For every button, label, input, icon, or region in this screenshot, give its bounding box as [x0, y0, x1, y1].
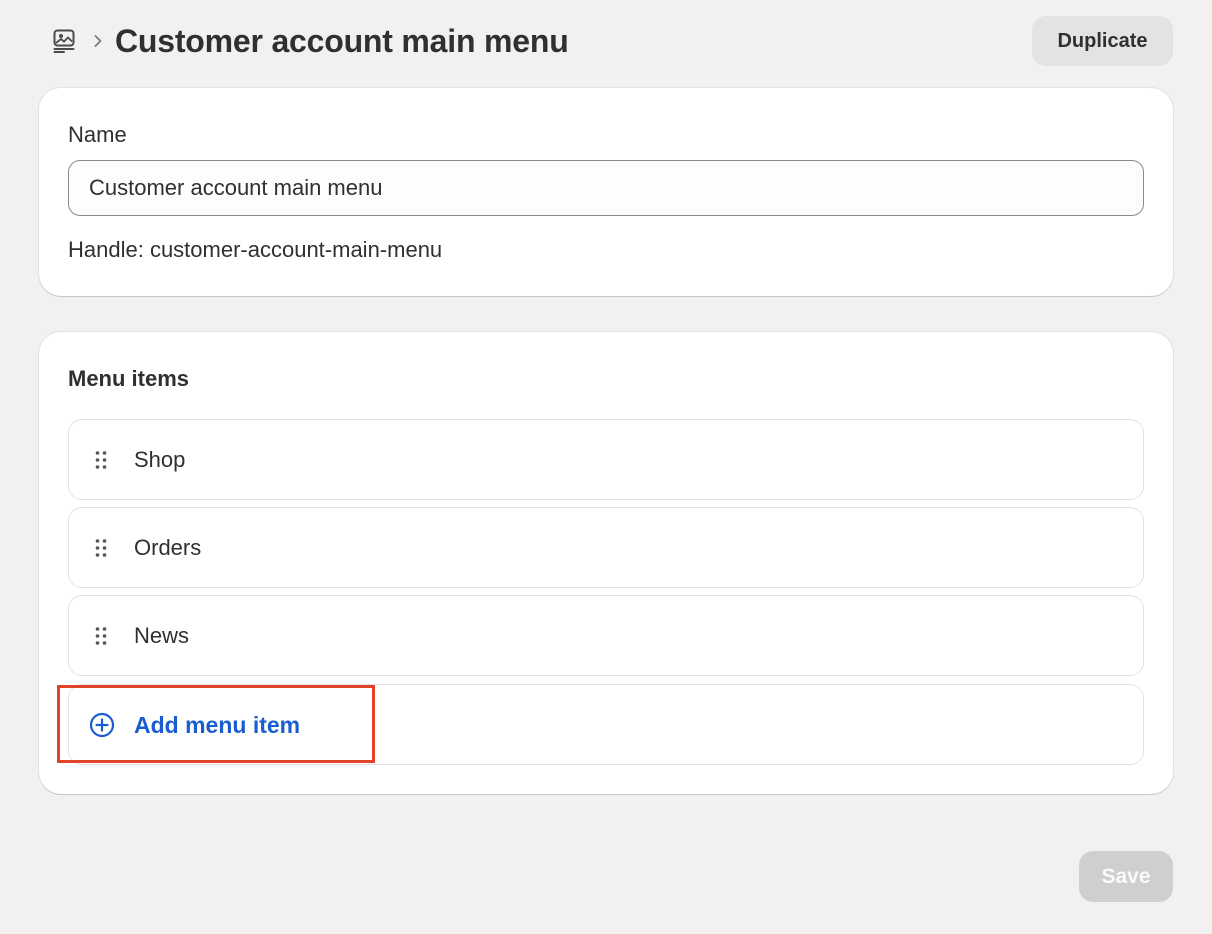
menu-item-shop[interactable]: Shop [68, 419, 1144, 500]
online-store-icon[interactable] [51, 28, 77, 54]
chevron-right-icon [92, 30, 104, 52]
name-label: Name [68, 122, 127, 147]
drag-handle-icon[interactable] [94, 450, 108, 470]
menu-item-label: News [134, 623, 190, 648]
page: Customer account main menu Duplicate Nam… [0, 0, 1212, 934]
name-card: Name Handle: customer-account-main-menu [39, 88, 1173, 296]
menu-item-label: Orders [134, 535, 202, 560]
name-input[interactable] [68, 160, 1144, 216]
drag-handle-icon[interactable] [94, 538, 108, 558]
save-button[interactable]: Save [1079, 851, 1173, 902]
menu-items-card: Menu items Shop Orders News Add menu ite… [39, 332, 1173, 794]
menu-item-news[interactable]: News [68, 595, 1144, 676]
drag-handle-icon[interactable] [94, 626, 108, 646]
handle-text: Handle: customer-account-main-menu [68, 237, 443, 262]
page-title: Customer account main menu [115, 23, 569, 59]
add-menu-item-row: Add menu item [68, 684, 1144, 765]
duplicate-button[interactable]: Duplicate [1032, 16, 1173, 66]
menu-item-label: Shop [134, 447, 186, 472]
add-menu-item-label: Add menu item [134, 712, 301, 738]
add-menu-item-button[interactable]: Add menu item [69, 685, 375, 764]
plus-circle-icon [89, 712, 115, 738]
menu-items-title: Menu items [68, 366, 190, 391]
menu-item-orders[interactable]: Orders [68, 507, 1144, 588]
page-header: Customer account main menu Duplicate [0, 0, 1212, 82]
